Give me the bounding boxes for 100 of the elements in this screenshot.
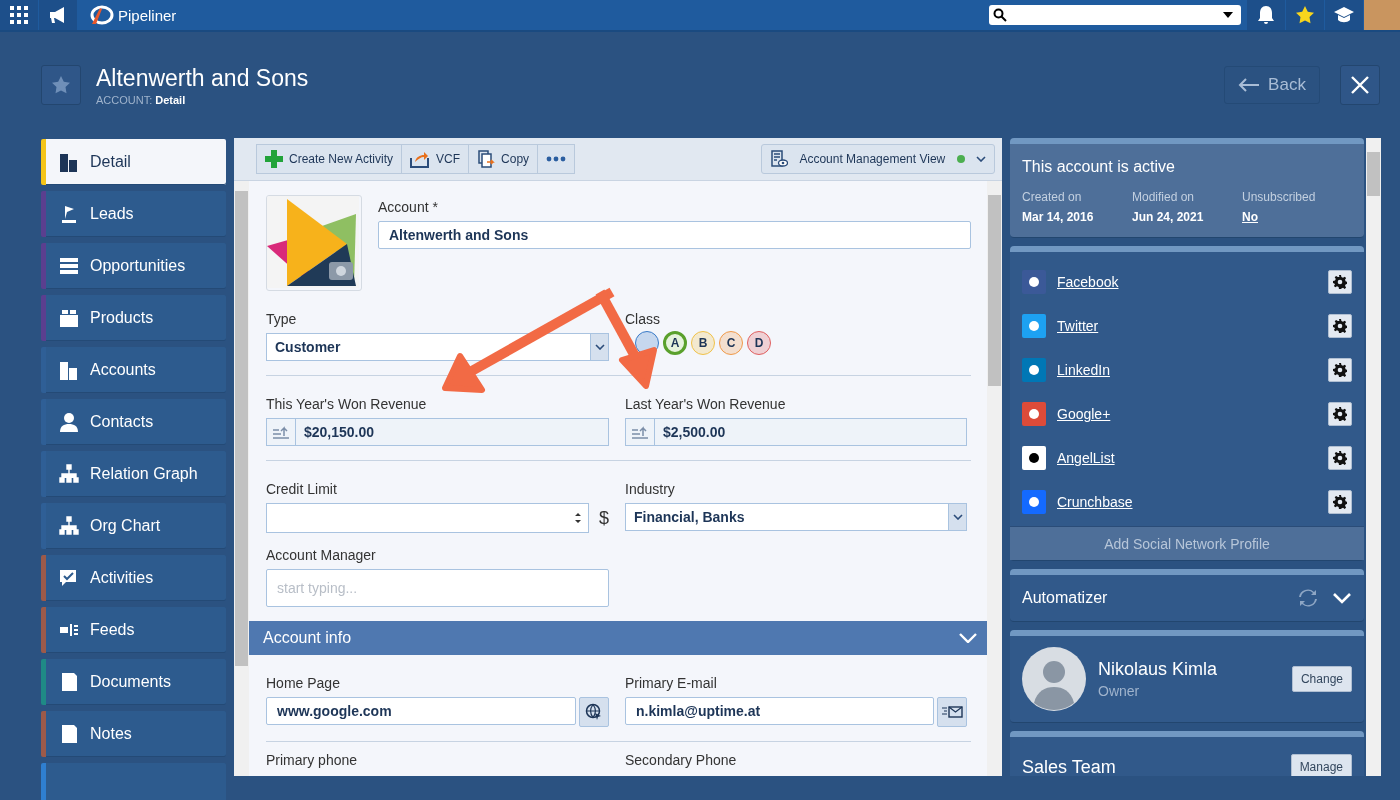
status-title: This account is active [1022, 158, 1176, 176]
class-option[interactable]: A [663, 331, 687, 355]
star-icon [51, 75, 71, 95]
globe-icon [585, 703, 603, 721]
recalculate-icon [272, 425, 290, 439]
social-link[interactable]: Google+ [1057, 406, 1111, 422]
settings-button[interactable] [1328, 446, 1352, 470]
envelope-icon [941, 705, 963, 719]
list-icon [58, 255, 80, 277]
email-field[interactable]: n.kimla@uptime.at [625, 697, 934, 725]
sidebar-item[interactable]: Documents [41, 659, 226, 705]
favorite-button[interactable] [41, 65, 81, 105]
social-link[interactable]: Facebook [1057, 274, 1119, 290]
unsubscribed-link[interactable]: No [1242, 210, 1258, 224]
class-option[interactable]: B [691, 331, 715, 355]
field-label: Account * [378, 199, 439, 215]
search-field[interactable] [989, 5, 1241, 25]
box-icon [58, 307, 80, 329]
owner-role: Owner [1098, 683, 1141, 699]
industry-dropdown[interactable]: Financial, Banks [625, 503, 967, 531]
field-label: Industry [625, 481, 676, 497]
settings-icon [1333, 495, 1347, 509]
field-label: Account Manager [266, 547, 377, 563]
toolbar-button[interactable]: VCF [401, 144, 470, 174]
sidebar-item[interactable]: Org Chart [41, 503, 226, 549]
field-label: Type [266, 311, 298, 327]
settings-icon [1333, 451, 1347, 465]
social-link[interactable]: AngelList [1057, 450, 1115, 466]
toolbar-button[interactable]: Create New Activity [256, 144, 403, 174]
field-label: Secondary Phone [625, 752, 738, 768]
account-manager-field[interactable]: start typing... [266, 569, 609, 607]
announcements-button[interactable] [39, 0, 77, 30]
search-icon [993, 8, 1007, 22]
sidebar-item[interactable]: Leads [41, 191, 226, 237]
academy-button[interactable] [1325, 0, 1363, 30]
hierarchy-icon [58, 515, 80, 537]
sidebar-item[interactable]: Opportunities [41, 243, 226, 289]
scrollbar[interactable] [234, 181, 249, 776]
chevron-down-icon[interactable] [1332, 592, 1352, 604]
social-link[interactable]: Crunchbase [1057, 494, 1133, 510]
currency-symbol: $ [599, 507, 609, 529]
hierarchy-icon [58, 463, 80, 485]
refresh-icon[interactable] [1298, 589, 1318, 607]
settings-button[interactable] [1328, 314, 1352, 338]
credit-limit-field[interactable] [266, 503, 589, 533]
favorites-button[interactable] [1286, 0, 1324, 30]
social-link[interactable]: LinkedIn [1057, 362, 1110, 378]
class-option[interactable]: C [719, 331, 743, 355]
field-label: Class [625, 311, 660, 327]
class-option[interactable]: D [747, 331, 771, 355]
scrollbar[interactable] [987, 181, 1002, 776]
info-label: Modified on [1132, 190, 1196, 204]
toolbar-button[interactable]: Copy [468, 144, 539, 174]
revenue-field[interactable]: $2,500.00 [625, 418, 967, 446]
open-website-button[interactable] [579, 697, 609, 727]
field-label: Home Page [266, 675, 341, 691]
sidebar-item[interactable]: Contacts [41, 399, 226, 445]
ellipsis-icon [546, 156, 567, 162]
settings-button[interactable] [1328, 402, 1352, 426]
card-title: Automatizer [1022, 589, 1108, 607]
home-page-field[interactable]: www.google.com [266, 697, 576, 725]
card-title: Sales Team [1022, 756, 1116, 776]
chevron-down-icon [594, 344, 605, 350]
section-header[interactable]: Account info [249, 621, 987, 655]
field-label: Last Year's Won Revenue [625, 396, 787, 412]
info-value: Mar 14, 2016 [1022, 210, 1094, 224]
settings-icon [1333, 275, 1347, 289]
manage-button[interactable]: Manage [1290, 754, 1352, 776]
scrollbar[interactable] [1366, 138, 1381, 776]
settings-icon [1333, 363, 1347, 377]
revenue-field[interactable]: $20,150.00 [266, 418, 609, 446]
app-name: Pipeliner [118, 6, 177, 24]
sidebar-item[interactable]: Activities [41, 555, 226, 601]
sidebar-item[interactable]: Notes [41, 711, 226, 757]
bell-icon [1257, 5, 1275, 25]
change-button[interactable]: Change [1291, 666, 1352, 692]
graduation-cap-icon [1333, 6, 1355, 24]
sidebar-item[interactable]: Relation Graph [41, 451, 226, 497]
view-selector[interactable]: Account Management View [761, 144, 995, 174]
more-button[interactable] [537, 144, 576, 174]
send-email-button[interactable] [937, 697, 967, 727]
social-link[interactable]: Twitter [1057, 318, 1099, 334]
sidebar-item[interactable]: Feeds [41, 607, 226, 653]
page-title: Altenwerth and Sons [96, 64, 309, 92]
arrow-left-icon [1238, 78, 1261, 92]
settings-button[interactable] [1328, 490, 1352, 514]
back-button[interactable]: Back [1224, 66, 1320, 104]
type-dropdown[interactable]: Customer [266, 333, 609, 361]
person-icon [58, 411, 80, 433]
settings-button[interactable] [1328, 358, 1352, 382]
caret-icon [1223, 12, 1233, 18]
settings-button[interactable] [1328, 270, 1352, 294]
sidebar-item[interactable]: Products [41, 295, 226, 341]
close-button[interactable] [1340, 65, 1380, 105]
apps-grid-button[interactable] [0, 0, 38, 30]
notifications-button[interactable] [1247, 0, 1285, 30]
sidebar-item[interactable]: Detail [41, 139, 226, 185]
account-name-field[interactable]: Altenwerth and Sons [378, 221, 971, 249]
settings-icon [1333, 319, 1347, 333]
sidebar-item[interactable]: Accounts [41, 347, 226, 393]
